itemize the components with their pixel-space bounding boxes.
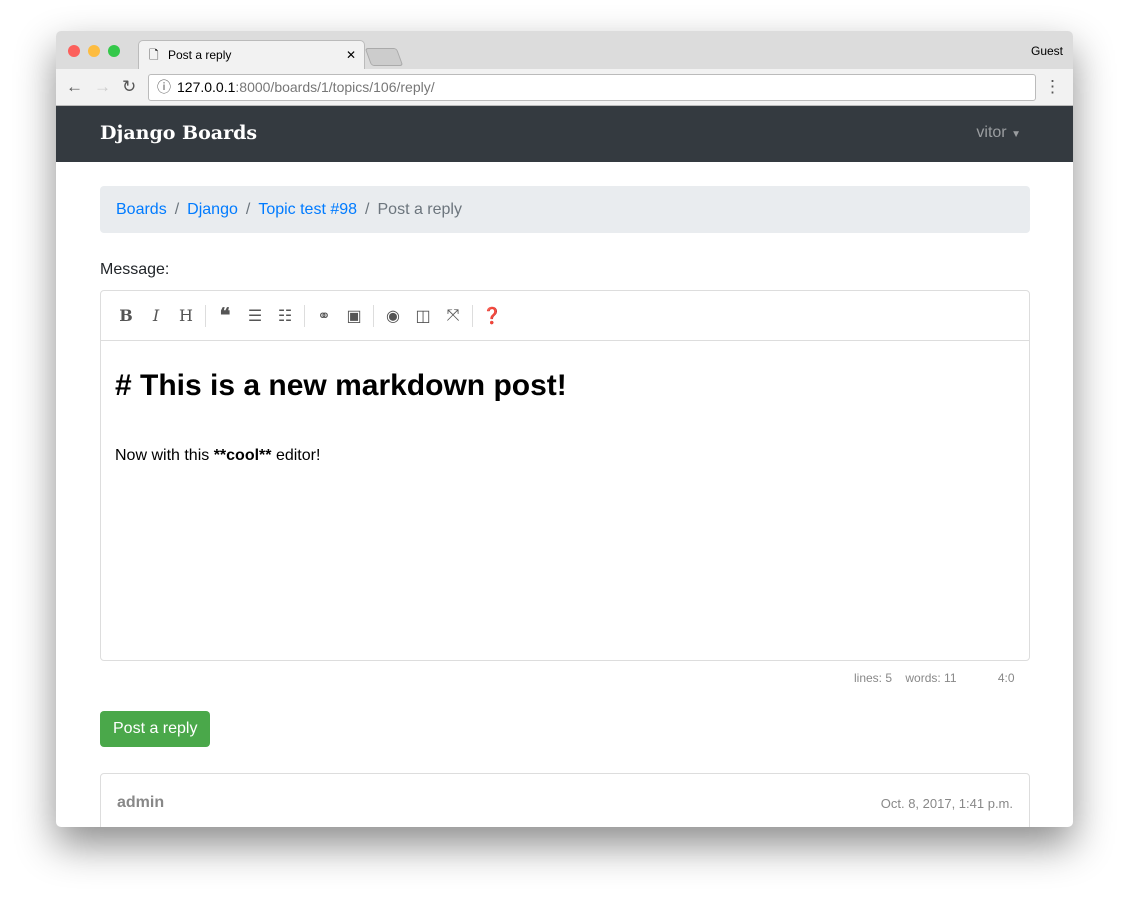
words-count: words: 11 [905,671,957,685]
editor-text-line: Now with this **cool** editor! [115,447,1015,465]
post-reply-button[interactable]: Post a reply [100,711,211,747]
new-tab-button[interactable] [364,48,404,66]
side-by-side-icon[interactable]: ◫ [408,306,438,326]
info-icon: ⓘ [157,79,171,95]
caret-down-icon: ▼ [1011,129,1021,140]
user-name: vitor [976,124,1007,141]
bold-segment: **cool** [213,447,272,464]
breadcrumb-boards[interactable]: Boards [116,201,167,218]
breadcrumb-topic[interactable]: Topic test #98 [258,201,357,218]
post-card: admin Oct. 8, 2017, 1:41 p.m. [100,773,1030,827]
help-icon[interactable]: ❓ [477,306,507,326]
bold-icon[interactable]: B [111,306,141,325]
post-author: admin [117,794,165,811]
tab-title: Post a reply [168,48,232,62]
url-path: :8000/boards/1/topics/106/reply/ [235,79,435,95]
markdown-editor: B I H ❝ ☰ ☷ ⚭ ▣ ◉ ◫ ⤧ ❓ # This is a new … [100,290,1030,661]
breadcrumb: Boards / Django / Topic test #98/Post a repl… [100,186,1030,233]
post-date: Oct. 8, 2017, 1:41 p.m. [880,796,1013,811]
minimize-window-button[interactable] [88,45,100,57]
navbar: Django Boards vitor ▼ [56,106,1073,162]
url-host: 127.0.0.1 [177,79,236,95]
lines-count: lines: 5 [854,671,893,685]
heading-icon[interactable]: H [171,306,201,325]
maximize-window-button[interactable] [108,45,120,57]
breadcrumb-current: Post a reply [377,201,462,218]
editor-heading-line: # This is a new markdown post! [115,369,567,402]
text-segment: editor! [271,447,321,464]
editor-statusbar: lines: 5 words: 11 4:0 [854,671,1015,685]
menu-icon[interactable]: ⋮ [1044,77,1061,97]
address-bar[interactable]: ⓘ 127.0.0.1:8000/boards/1/topics/106/repl… [148,74,1036,101]
cursor-position: 4:0 [997,671,1015,685]
preview-icon[interactable]: ◉ [378,306,408,326]
browser-tab[interactable]: 🗋 Post a reply ✕ [138,40,365,70]
link-icon[interactable]: ⚭ [309,306,339,326]
image-icon[interactable]: ▣ [339,306,369,326]
reload-icon[interactable]: ↻ [122,77,136,97]
editor-toolbar: B I H ❝ ☰ ☷ ⚭ ▣ ◉ ◫ ⤧ ❓ [101,291,1029,341]
browser-toolbar: ← → ↻ ⓘ 127.0.0.1:8000/boards/1/topics/10… [56,69,1073,106]
brand-logo[interactable]: Django Boards [100,122,257,144]
profile-label[interactable]: Guest [1031,44,1063,58]
quote-icon[interactable]: ❝ [210,303,240,328]
forward-icon[interactable]: → [94,77,111,97]
message-label: Message: [100,261,170,278]
user-dropdown[interactable]: vitor ▼ [976,124,1021,142]
text-segment: Now with this [115,447,214,464]
browser-window: 🗋 Post a reply ✕ Guest ← → ↻ ⓘ 127.0.0.1:… [56,31,1073,827]
page-icon: 🗋 [149,48,159,62]
editor-textarea[interactable]: # This is a new markdown post! Now with … [101,341,1029,495]
italic-icon[interactable]: I [141,306,171,325]
close-tab-icon[interactable]: ✕ [346,41,356,70]
unordered-list-icon[interactable]: ☰ [240,306,270,326]
ordered-list-icon[interactable]: ☷ [270,306,300,326]
back-icon[interactable]: ← [66,77,83,97]
close-window-button[interactable] [68,45,80,57]
fullscreen-icon[interactable]: ⤧ [438,307,468,325]
breadcrumb-django[interactable]: Django [187,201,238,218]
tab-bar: 🗋 Post a reply ✕ Guest [56,31,1073,70]
